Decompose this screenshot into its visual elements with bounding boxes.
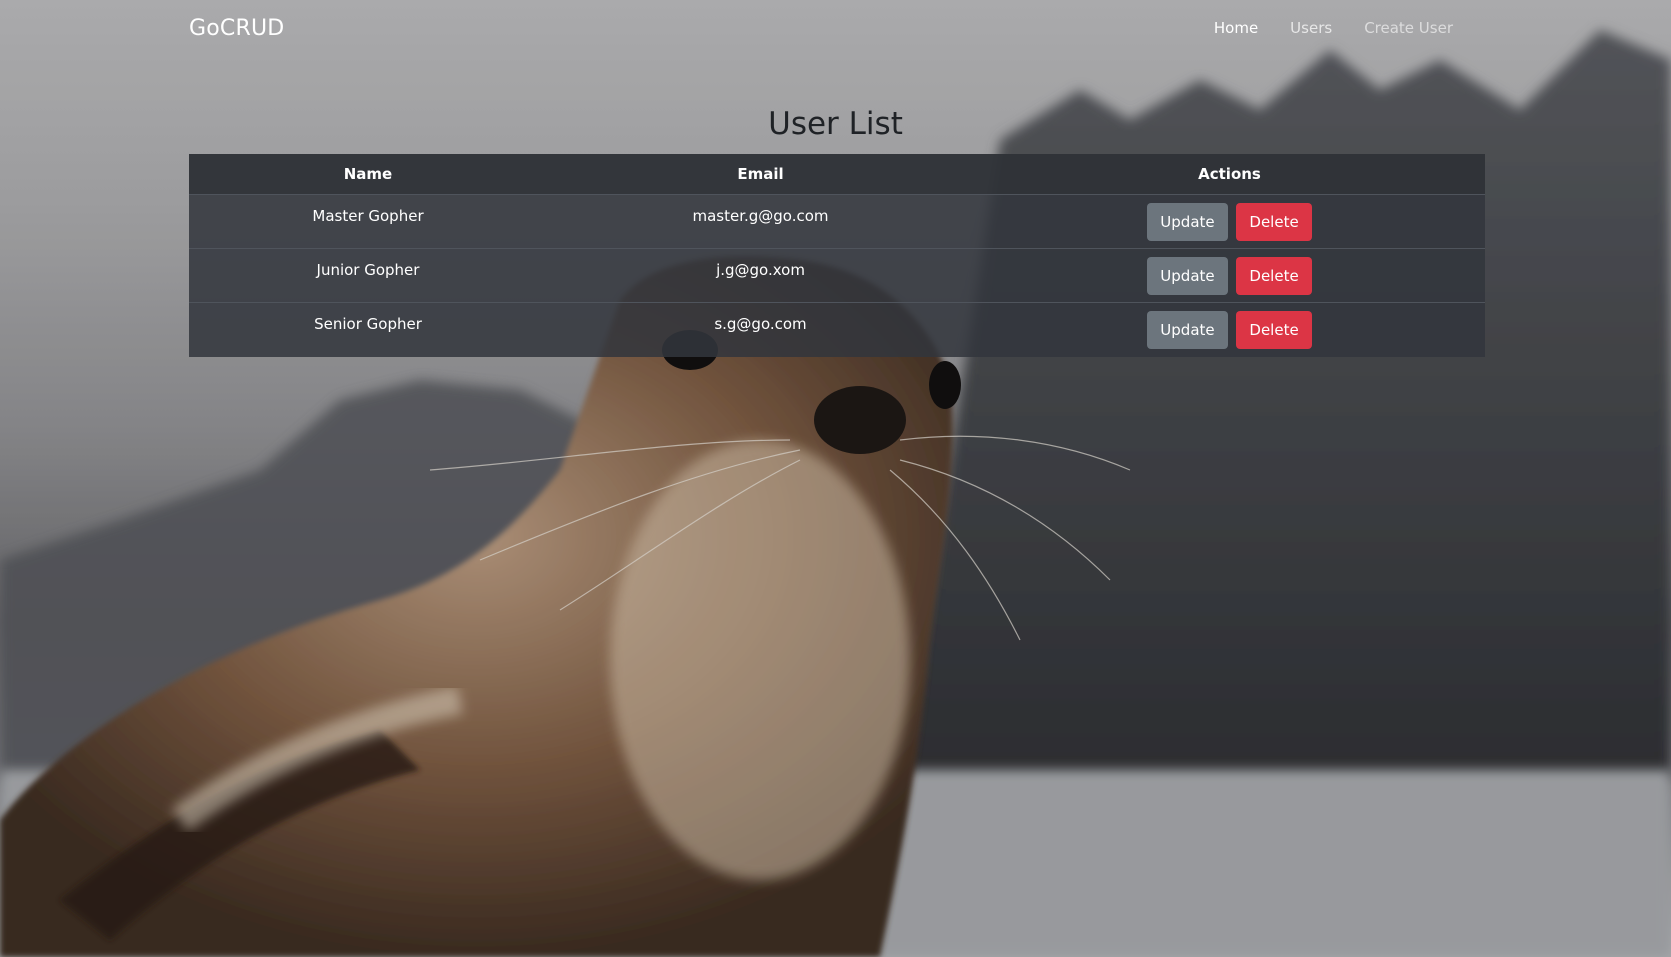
table-header: Name Email Actions [189,154,1485,195]
update-button[interactable]: Update [1147,311,1228,349]
update-button[interactable]: Update [1147,203,1228,241]
nav-link-users[interactable]: Users [1290,19,1332,37]
delete-button[interactable]: Delete [1236,311,1312,349]
background-photo [0,0,1671,957]
nav-links: Home Users Create User [1214,19,1453,37]
header-row: Name Email Actions [189,154,1485,195]
user-table: Name Email Actions Master Gopher master.… [189,154,1485,357]
background-illustration [0,0,1671,957]
delete-button[interactable]: Delete [1236,203,1312,241]
column-header-actions: Actions [974,154,1485,195]
user-email-cell: s.g@go.com [547,302,974,357]
update-button[interactable]: Update [1147,257,1228,295]
page-title: User List [768,106,903,142]
user-email-cell: master.g@go.com [692,207,829,225]
actions-cell: Update Delete [974,302,1485,357]
table-body: Master Gopher master.g@go.com Update Del… [189,194,1485,357]
actions-cell: Update Delete [974,195,1485,249]
delete-button[interactable]: Delete [1236,257,1312,295]
navbar: GoCRUD Home Users Create User [0,0,1671,60]
user-email-cell: j.g@go.xom [547,248,974,303]
table-row: Junior Gopher j.g@go.xom Update Delete [189,248,1485,303]
brand-logo[interactable]: GoCRUD [189,16,284,41]
actions-cell: Update Delete [974,248,1485,303]
user-name-cell: Junior Gopher [189,248,547,303]
column-header-email: Email [547,154,974,195]
user-name-cell: Senior Gopher [189,302,547,357]
nav-link-create-user[interactable]: Create User [1364,19,1453,37]
user-table-container: Name Email Actions Master Gopher master.… [189,154,1485,357]
column-header-name: Name [189,154,547,195]
nav-link-home[interactable]: Home [1214,19,1258,37]
table-row: Master Gopher master.g@go.com Update Del… [189,194,1485,249]
user-name-cell: Master Gopher [312,207,424,225]
table-row: Senior Gopher s.g@go.com Update Delete [189,302,1485,357]
